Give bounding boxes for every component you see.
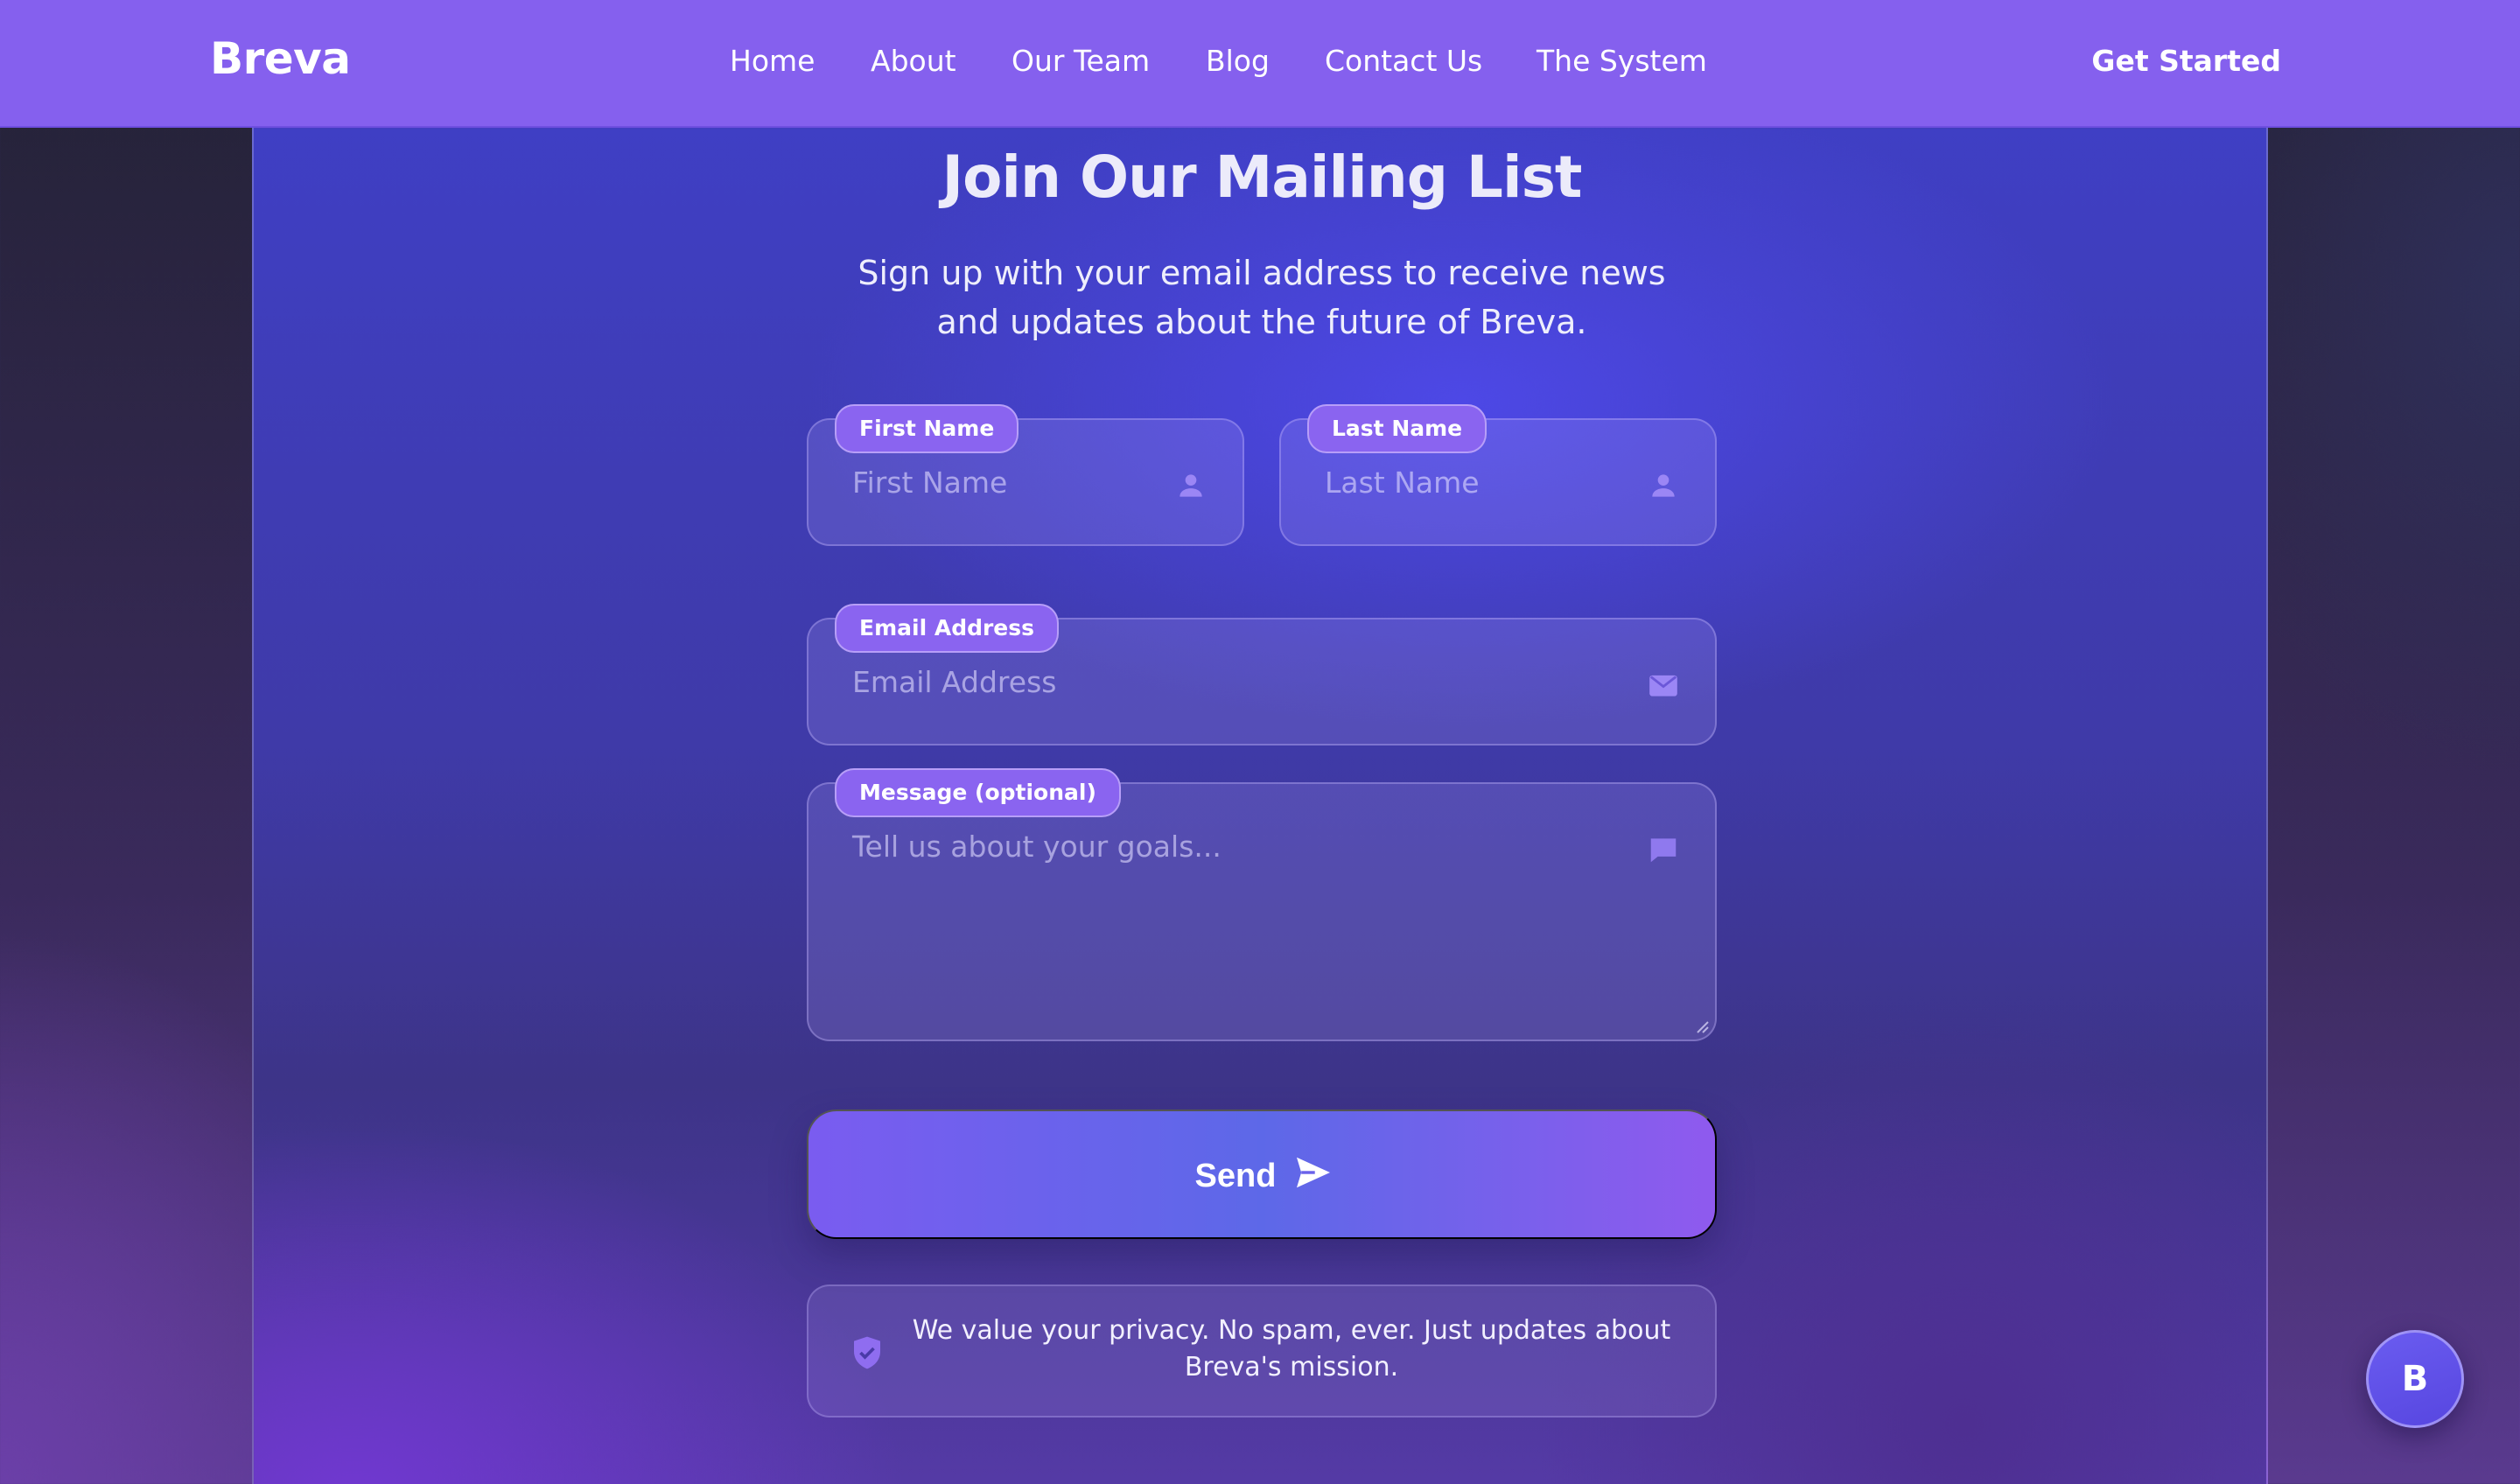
page-subtitle: Sign up with your email address to recei… <box>858 254 1666 341</box>
resize-handle-icon[interactable] <box>1692 1017 1710 1034</box>
send-button[interactable]: Send <box>807 1110 1717 1239</box>
send-button-label: Send <box>1194 1157 1277 1194</box>
chat-icon <box>1650 838 1676 863</box>
message-placeholder: Tell us about your goals... <box>852 830 1222 864</box>
first-name-placeholder: First Name <box>852 466 1008 500</box>
mailing-list-card: Join Our Mailing List Sign up with your … <box>252 128 2268 1484</box>
privacy-notice: We value your privacy. No spam, ever. Ju… <box>807 1284 1717 1418</box>
privacy-text: We value your privacy. No spam, ever. Ju… <box>912 1315 1671 1382</box>
email-field[interactable]: Email Address Email Address <box>807 604 1717 746</box>
floating-assistant-button[interactable]: B <box>2366 1330 2464 1428</box>
page-title: Join Our Mailing List <box>942 144 1583 211</box>
message-field[interactable]: Message (optional) Tell us about your go… <box>807 768 1717 1041</box>
nav-link-home[interactable]: Home <box>730 44 815 78</box>
message-label: Message (optional) <box>835 768 1121 817</box>
nav-link-contact-us[interactable]: Contact Us <box>1325 44 1482 78</box>
send-icon <box>1297 1157 1331 1188</box>
user-icon <box>1652 474 1675 497</box>
nav-link-the-system[interactable]: The System <box>1536 44 1707 78</box>
get-started-link[interactable]: Get Started <box>2091 44 2281 78</box>
top-navbar: Breva Home About Our Team Blog Contact U… <box>0 0 2520 128</box>
email-placeholder: Email Address <box>852 665 1057 699</box>
email-label: Email Address <box>835 604 1060 653</box>
first-name-field[interactable]: First Name First Name <box>807 404 1244 546</box>
shield-check-icon <box>854 1336 880 1369</box>
brand-logo[interactable]: Breva <box>210 33 351 84</box>
mail-icon <box>1649 675 1677 696</box>
last-name-field[interactable]: Last Name Last Name <box>1279 404 1717 546</box>
last-name-label: Last Name <box>1307 404 1488 453</box>
nav-link-our-team[interactable]: Our Team <box>1012 44 1150 78</box>
nav-link-blog[interactable]: Blog <box>1206 44 1270 78</box>
last-name-placeholder: Last Name <box>1325 466 1480 500</box>
user-icon <box>1180 474 1202 497</box>
first-name-label: First Name <box>835 404 1019 453</box>
nav-link-about[interactable]: About <box>871 44 956 78</box>
